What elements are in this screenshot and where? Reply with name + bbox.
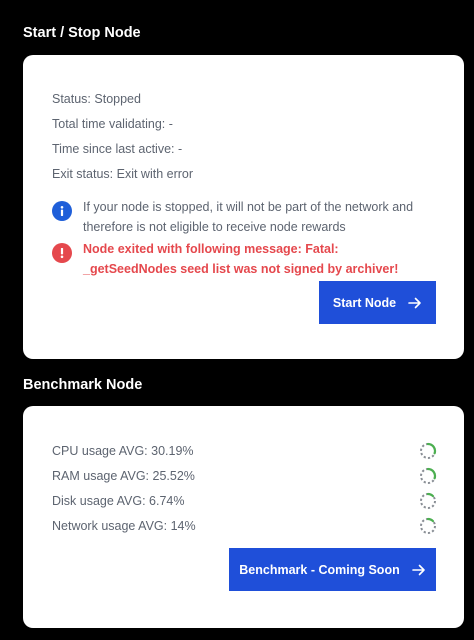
time-since-active: Time since last active: - — [52, 142, 183, 156]
exit-status: Exit status: Exit with error — [52, 167, 194, 181]
node-status: Status: Stopped — [52, 92, 141, 106]
arrow-right-icon — [408, 297, 422, 309]
start-node-button[interactable]: Start Node — [319, 281, 436, 324]
benchmark-row-network: Network usage AVG: 14% — [52, 516, 437, 536]
start-node-label: Start Node — [332, 295, 397, 310]
loading-spinner-icon — [419, 442, 437, 460]
benchmark-title: Benchmark Node — [23, 377, 143, 393]
start-stop-title: Start / Stop Node — [23, 25, 141, 41]
cpu-usage-label: CPU usage AVG: 30.19% — [52, 444, 194, 458]
loading-spinner-icon — [419, 492, 437, 510]
error-icon — [52, 243, 72, 263]
ram-usage-label: RAM usage AVG: 25.52% — [52, 469, 195, 483]
disk-usage-label: Disk usage AVG: 6.74% — [52, 494, 185, 508]
info-message-text: If your node is stopped, it will not be … — [83, 200, 414, 234]
network-usage-label: Network usage AVG: 14% — [52, 519, 196, 533]
error-message-text: Node exited with following message: Fata… — [83, 242, 399, 276]
benchmark-button[interactable]: Benchmark - Coming Soon — [229, 548, 436, 591]
loading-spinner-icon — [419, 467, 437, 485]
benchmark-row-ram: RAM usage AVG: 25.52% — [52, 466, 437, 486]
arrow-right-icon — [411, 564, 426, 576]
benchmark-button-label: Benchmark - Coming Soon — [239, 562, 400, 577]
error-message: Node exited with following message: Fata… — [52, 239, 432, 279]
benchmark-row-disk: Disk usage AVG: 6.74% — [52, 491, 437, 511]
loading-spinner-icon — [419, 517, 437, 535]
info-message: If your node is stopped, it will not be … — [52, 197, 432, 237]
benchmark-row-cpu: CPU usage AVG: 30.19% — [52, 441, 437, 461]
node-card: Status: Stopped Total time validating: -… — [23, 55, 464, 359]
benchmark-card: CPU usage AVG: 30.19% RAM usage AVG: 25.… — [23, 406, 464, 628]
info-icon — [52, 201, 72, 221]
total-time-validating: Total time validating: - — [52, 117, 173, 131]
